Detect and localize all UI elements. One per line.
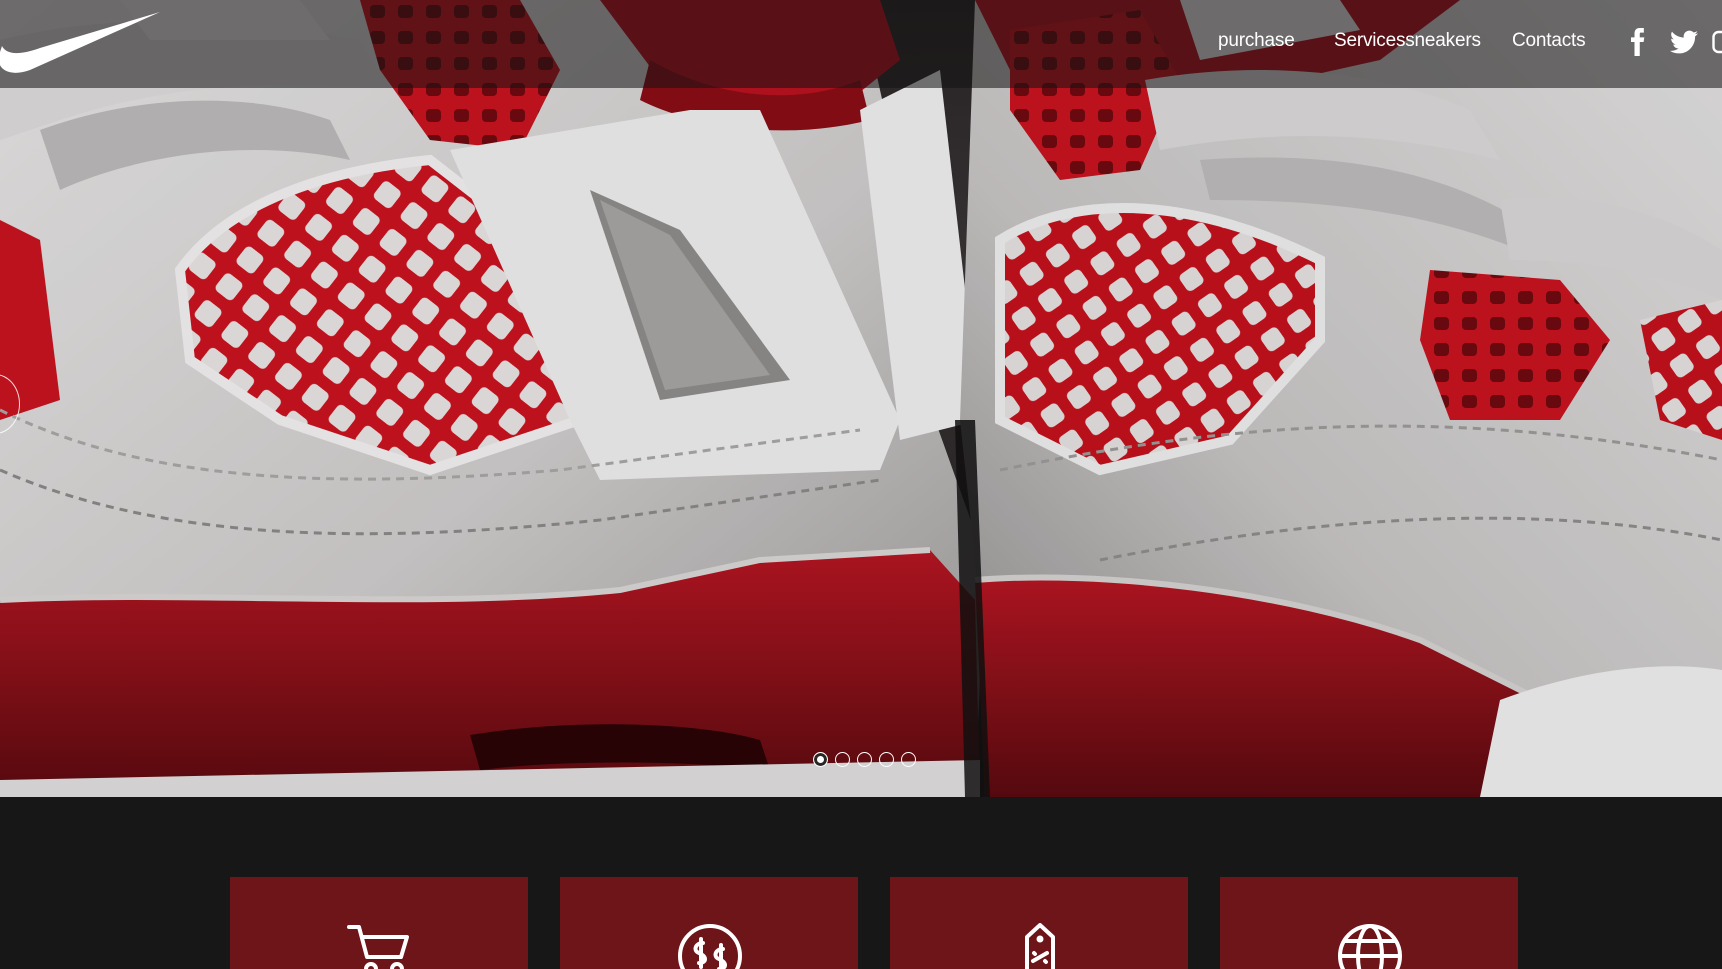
- feature-tile-exchange[interactable]: [560, 877, 858, 969]
- feature-tile-prices[interactable]: [890, 877, 1188, 969]
- nav-link-purchase[interactable]: purchase: [1218, 30, 1295, 52]
- slide-dot-3[interactable]: [857, 752, 872, 767]
- hero-sneaker-image: [0, 0, 1722, 797]
- currency-exchange-icon: [678, 924, 742, 969]
- features-row: [0, 877, 1722, 969]
- slide-dot-5[interactable]: [901, 752, 916, 767]
- nav-link-contacts[interactable]: Contacts: [1512, 30, 1586, 52]
- nav-link-servicessneakers[interactable]: Servicessneakers: [1334, 30, 1481, 52]
- globe-icon: [1338, 924, 1402, 969]
- shopping-cart-icon: [347, 925, 409, 969]
- facebook-icon[interactable]: [1624, 28, 1652, 56]
- slider-pagination: [813, 752, 916, 770]
- feature-tile-worldwide[interactable]: [1220, 877, 1518, 969]
- hero-slider: [0, 0, 1722, 797]
- price-tag-icon: [1025, 923, 1055, 969]
- slide-dot-4[interactable]: [879, 752, 894, 767]
- nike-swoosh-logo[interactable]: [0, 8, 162, 80]
- slide-dot-1[interactable]: [813, 752, 828, 767]
- feature-tile-shopping[interactable]: [230, 877, 528, 969]
- slide-dot-2[interactable]: [835, 752, 850, 767]
- twitter-icon[interactable]: [1670, 28, 1698, 56]
- site-header: purchase Servicessneakers Contacts: [0, 0, 1722, 88]
- instagram-icon[interactable]: [1712, 28, 1722, 56]
